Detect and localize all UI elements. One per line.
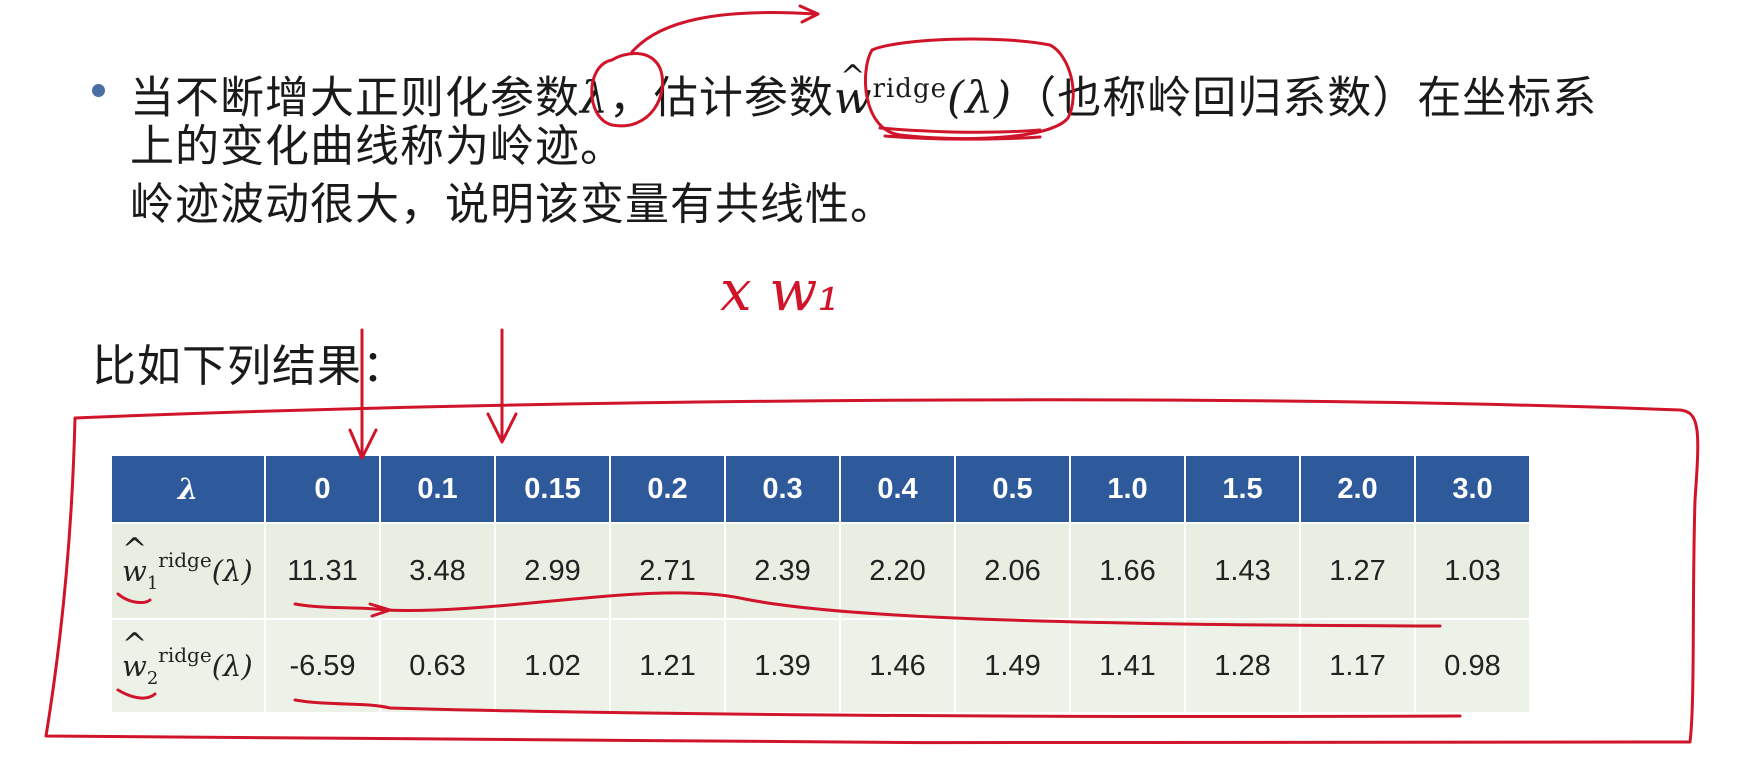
header-cell: 0.5 bbox=[956, 456, 1071, 522]
row-label-w1: w1ridge(λ) bbox=[112, 522, 266, 618]
table-row-w2: w2ridge(λ) -6.59 0.63 1.02 1.21 1.39 1.4… bbox=[112, 618, 1529, 712]
header-cell: 1.5 bbox=[1186, 456, 1301, 522]
header-cell: 0.2 bbox=[611, 456, 726, 522]
table-cell: 1.17 bbox=[1301, 618, 1416, 712]
example-intro: 比如下列结果： bbox=[92, 341, 407, 392]
table-cell: 1.41 bbox=[1071, 618, 1186, 712]
paragraph-line-1: 当不断增大正则化参数λ，估计参数wridge(λ)（也称岭回归系数）在坐标系 bbox=[130, 48, 1730, 124]
ridge-coefficient-table: λ 0 0.1 0.15 0.2 0.3 0.4 0.5 1.0 1.5 2.0… bbox=[112, 456, 1529, 712]
text-segment: ，估计参数 bbox=[608, 72, 834, 124]
table-cell: 2.71 bbox=[611, 522, 726, 618]
text-segment: （也称岭回归系数）在坐标系 bbox=[1012, 72, 1598, 124]
header-cell: 0.15 bbox=[496, 456, 611, 522]
table-cell: 1.27 bbox=[1301, 522, 1416, 618]
table-cell: 1.03 bbox=[1416, 522, 1529, 618]
header-cell: 0 bbox=[266, 456, 381, 522]
text-segment: 当不断增大正则化参数 bbox=[130, 72, 580, 124]
lambda-argument: (λ) bbox=[946, 72, 1013, 124]
bullet-icon bbox=[92, 84, 105, 97]
table-cell: 1.39 bbox=[726, 618, 841, 712]
table-cell: 2.20 bbox=[841, 522, 956, 618]
pointer-arrow bbox=[630, 4, 820, 54]
paragraph-line-2: 上的变化曲线称为岭迹。 bbox=[130, 121, 625, 172]
table-cell: 1.21 bbox=[611, 618, 726, 712]
table-cell: 0.63 bbox=[381, 618, 496, 712]
table-cell: 1.02 bbox=[496, 618, 611, 712]
handwritten-note: x w₁ bbox=[720, 259, 840, 324]
table-cell: 1.49 bbox=[956, 618, 1071, 712]
table-cell: 1.43 bbox=[1186, 522, 1301, 618]
paragraph-line-3: 岭迹波动很大，说明该变量有共线性。 bbox=[130, 179, 895, 230]
w-hat-symbol: w bbox=[834, 48, 873, 128]
table-cell: 0.98 bbox=[1416, 618, 1529, 712]
header-cell: 1.0 bbox=[1071, 456, 1186, 522]
table-cell: 1.66 bbox=[1071, 522, 1186, 618]
table-cell: -6.59 bbox=[266, 618, 381, 712]
header-cell: 3.0 bbox=[1416, 456, 1529, 522]
table-row-w1: w1ridge(λ) 11.31 3.48 2.99 2.71 2.39 2.2… bbox=[112, 522, 1529, 618]
table-cell: 2.06 bbox=[956, 522, 1071, 618]
header-cell: 0.1 bbox=[381, 456, 496, 522]
table-cell: 1.28 bbox=[1186, 618, 1301, 712]
header-cell: 2.0 bbox=[1301, 456, 1416, 522]
explanation-paragraph: 当不断增大正则化参数λ，估计参数wridge(λ)（也称岭回归系数）在坐标系 上… bbox=[130, 48, 1730, 234]
table-cell: 2.39 bbox=[726, 522, 841, 618]
table-cell: 2.99 bbox=[496, 522, 611, 618]
lambda-symbol: λ bbox=[580, 72, 609, 124]
row-label-w2: w2ridge(λ) bbox=[112, 618, 266, 712]
header-cell: 0.4 bbox=[841, 456, 956, 522]
ridge-superscript: ridge bbox=[872, 74, 947, 104]
table-cell: 1.46 bbox=[841, 618, 956, 712]
header-cell: 0.3 bbox=[726, 456, 841, 522]
table-header-row: λ 0 0.1 0.15 0.2 0.3 0.4 0.5 1.0 1.5 2.0… bbox=[112, 456, 1529, 522]
header-lambda-label: λ bbox=[112, 456, 266, 522]
arrow-to-0-1 bbox=[486, 328, 518, 444]
table-cell: 3.48 bbox=[381, 522, 496, 618]
table-cell: 11.31 bbox=[266, 522, 381, 618]
